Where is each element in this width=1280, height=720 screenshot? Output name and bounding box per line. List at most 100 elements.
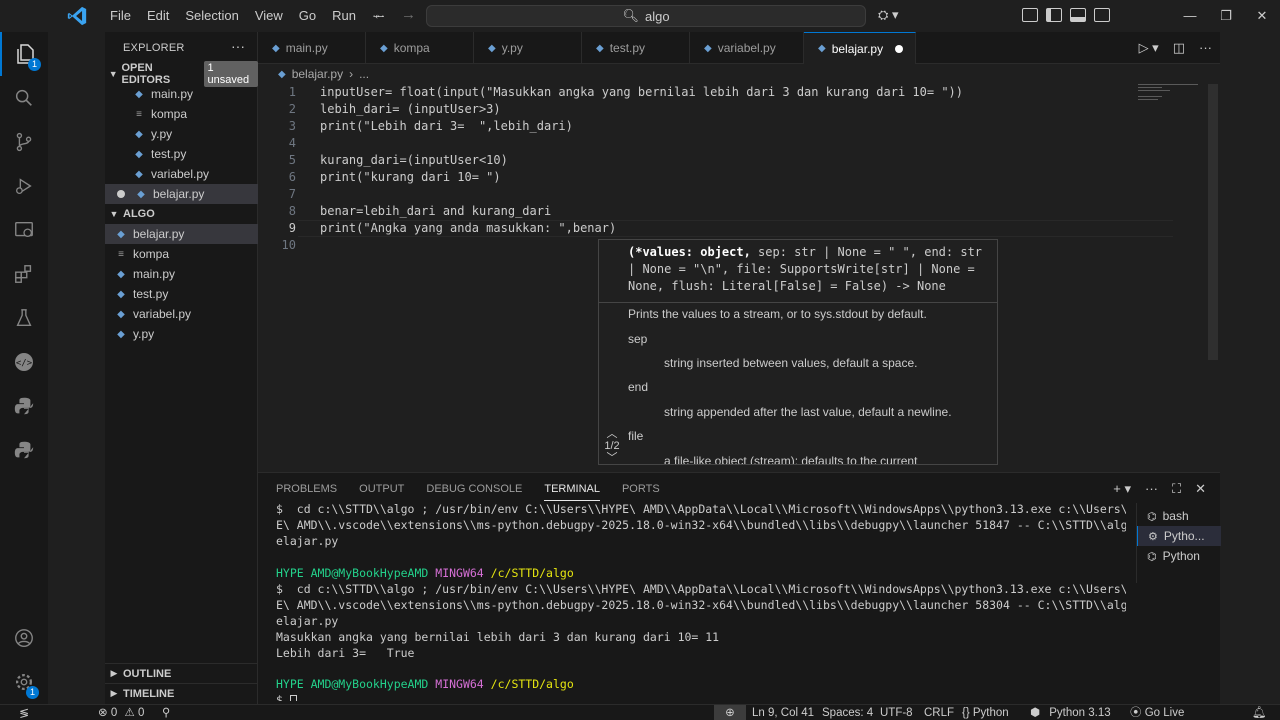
chevron-up-icon[interactable]: ︿ — [601, 428, 623, 440]
toggle-panel-icon[interactable] — [1070, 8, 1086, 22]
toggle-secondary-sidebar-icon[interactable] — [1094, 8, 1110, 22]
breadcrumb-more[interactable]: ... — [359, 67, 369, 81]
menu-view[interactable]: View — [247, 0, 291, 32]
breadcrumb-file[interactable]: belajar.py — [292, 67, 343, 81]
file-label: y.py — [133, 327, 155, 341]
tab-variabel-py[interactable]: ◆ variabel.py — [690, 32, 804, 64]
close-window-icon[interactable]: ✕ — [1244, 0, 1280, 32]
menu-edit[interactable]: Edit — [139, 0, 177, 32]
menu-file[interactable]: File — [102, 0, 139, 32]
command-center-search[interactable]: 🔍︎ algo — [426, 5, 866, 27]
terminal-label: Python — [1162, 549, 1200, 563]
language-mode[interactable]: {} Python — [962, 705, 1009, 720]
warning-icon: ⚠ — [124, 707, 135, 719]
tab-ports[interactable]: PORTS — [622, 483, 660, 501]
run-file-icon[interactable]: ▷ ▾ — [1139, 40, 1159, 56]
notifications-icon[interactable]: 🔔︎ — [1252, 705, 1267, 720]
indentation[interactable]: Spaces: 4 — [822, 705, 873, 720]
tab-main-py[interactable]: ◆ main.py — [258, 32, 366, 64]
run-debug-icon[interactable] — [0, 164, 48, 208]
terminal-item-bash[interactable]: ⌬ bash — [1137, 506, 1221, 526]
chevron-down-icon[interactable]: ﹀ — [601, 452, 623, 464]
open-editor-item[interactable]: ◆ y.py — [105, 124, 258, 144]
problems-status[interactable]: ⊗ 0 ⚠ 0 — [98, 705, 144, 720]
zoom-icon[interactable]: ⊕ — [714, 705, 746, 720]
vscode-logo-icon — [67, 6, 87, 26]
timeline-section[interactable]: ▶ TIMELINE — [105, 683, 258, 703]
source-control-icon[interactable] — [0, 120, 48, 164]
folder-file-item-active[interactable]: ◆ belajar.py — [105, 224, 258, 244]
tab-y-py[interactable]: ◆ y.py — [474, 32, 582, 64]
explorer-more-icon[interactable]: ··· — [231, 38, 245, 54]
cursor-position[interactable]: Ln 9, Col 41 — [752, 705, 814, 720]
tab-output[interactable]: OUTPUT — [359, 483, 404, 501]
toggle-primary-sidebar-icon[interactable] — [1046, 8, 1062, 22]
restore-icon[interactable]: ❐ — [1208, 0, 1244, 32]
open-editor-item[interactable]: ◆ test.py — [105, 144, 258, 164]
terminal-line: $ cd c:\\STTD\\algo ; /usr/bin/env C:\\U… — [276, 582, 1126, 596]
python-file-icon: ◆ — [380, 42, 388, 54]
open-editors-section[interactable]: ▼ OPEN EDITORS 1 unsaved — [105, 61, 259, 87]
menu-selection[interactable]: Selection — [177, 0, 246, 32]
outline-section[interactable]: ▶ OUTLINE — [105, 663, 258, 683]
scrollbar-thumb[interactable] — [1208, 84, 1218, 360]
open-editor-item-active[interactable]: ◆ belajar.py — [105, 184, 258, 204]
extensions-icon[interactable] — [0, 252, 48, 296]
tab-test-py[interactable]: ◆ test.py — [582, 32, 690, 64]
open-editor-item[interactable]: ◆ variabel.py — [105, 164, 258, 184]
editor-scrollbar[interactable] — [1206, 84, 1220, 472]
folder-file-item[interactable]: ◆ test.py — [105, 284, 258, 304]
tab-terminal[interactable]: TERMINAL — [544, 483, 600, 501]
python-interpreter[interactable]: ⬢ Python 3.13 — [1030, 705, 1111, 720]
search-view-icon[interactable] — [0, 76, 48, 120]
copilot-icon[interactable]: ⛭ ▾ — [878, 7, 899, 23]
minimize-icon[interactable]: — — [1172, 0, 1208, 32]
accounts-icon[interactable] — [0, 616, 48, 660]
prompt-shell: MINGW64 — [435, 677, 484, 691]
line-ending[interactable]: CRLF — [924, 705, 954, 720]
more-actions-icon[interactable]: ··· — [1145, 481, 1158, 497]
folder-file-item[interactable]: ◆ variabel.py — [105, 304, 258, 324]
terminal-item-python-debug[interactable]: ⚙ Pytho... — [1137, 526, 1221, 546]
remote-explorer-icon[interactable] — [0, 208, 48, 252]
tab-problems[interactable]: PROBLEMS — [276, 483, 337, 501]
remote-indicator-icon[interactable]: ≶ — [0, 705, 48, 720]
terminal-cursor — [289, 694, 297, 701]
minimap[interactable] — [1138, 84, 1208, 104]
folder-file-item[interactable]: ◆ y.py — [105, 324, 258, 344]
terminal-input-line[interactable]: $ — [276, 693, 297, 701]
split-editor-icon[interactable]: ◫ — [1173, 40, 1185, 56]
maximize-panel-icon[interactable]: ⛶ — [1172, 481, 1181, 497]
explorer-icon[interactable]: 1 — [0, 32, 48, 76]
python-env-icon[interactable] — [0, 428, 48, 472]
menu-run[interactable]: Run — [324, 0, 364, 32]
algo-folder-section[interactable]: ▼ ALGO — [105, 204, 258, 224]
more-actions-icon[interactable]: ··· — [1199, 40, 1212, 56]
tab-debug-console[interactable]: DEBUG CONSOLE — [426, 483, 522, 501]
terminal-item-python[interactable]: ⌬ Python — [1137, 546, 1221, 566]
debug-status-icon[interactable]: ⚲ — [162, 705, 170, 720]
outline-label: OUTLINE — [123, 667, 172, 680]
doc-param-desc: string inserted between values, default … — [664, 356, 918, 370]
encoding[interactable]: UTF-8 — [880, 705, 913, 720]
open-editor-item[interactable]: ◆ main.py — [105, 84, 258, 104]
forward-arrow-icon[interactable]: → — [401, 6, 416, 23]
folder-file-item[interactable]: ◆ main.py — [105, 264, 258, 284]
open-editor-item[interactable]: ≡ kompa — [105, 104, 258, 124]
go-live-button[interactable]: ⦿ Go Live — [1130, 705, 1184, 720]
tab-belajar-py[interactable]: ◆ belajar.py — [804, 32, 916, 64]
panel-actions: + ▾ ··· ⛶ ✕ — [1113, 481, 1206, 497]
python-icon[interactable] — [0, 384, 48, 428]
terminal-output[interactable]: $ cd c:\\STTD\\algo ; /usr/bin/env C:\\U… — [276, 501, 1126, 701]
testing-icon[interactable] — [0, 296, 48, 340]
new-terminal-icon[interactable]: + ▾ — [1113, 481, 1131, 497]
customize-layout-icon[interactable] — [1022, 8, 1038, 22]
back-arrow-icon[interactable]: ← — [372, 6, 387, 23]
tab-kompa[interactable]: ◆ kompa — [366, 32, 474, 64]
folder-file-item[interactable]: ≡ kompa — [105, 244, 258, 264]
close-panel-icon[interactable]: ✕ — [1195, 481, 1206, 497]
live-share-icon[interactable]: </> — [0, 340, 48, 384]
unsaved-dot-icon[interactable] — [895, 45, 903, 53]
menu-go[interactable]: Go — [291, 0, 324, 32]
manage-gear-icon[interactable]: 1 — [0, 660, 48, 704]
